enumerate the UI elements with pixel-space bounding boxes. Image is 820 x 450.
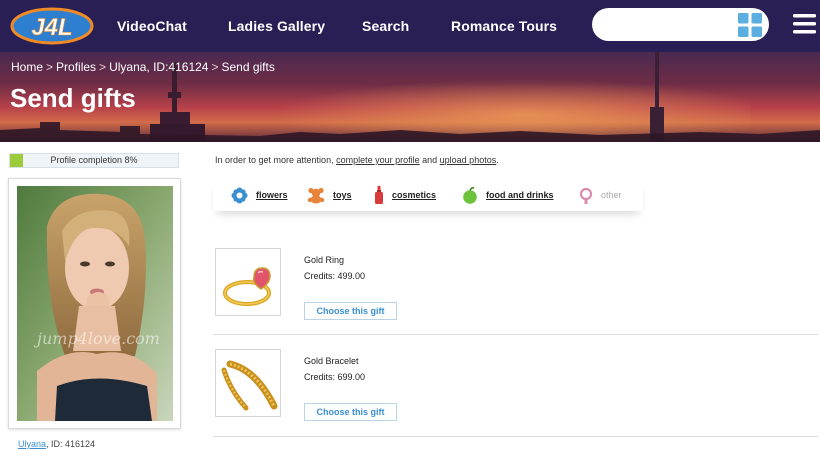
notice-text: In order to get more attention, [215, 155, 337, 165]
grid-view-icon[interactable] [738, 13, 762, 37]
profile-completion-bar[interactable]: Profile completion 8% [9, 153, 179, 168]
gold-bracelet-image[interactable] [215, 349, 281, 417]
category-toys[interactable]: toys [307, 186, 352, 204]
upload-photos-link[interactable]: upload photos [440, 155, 497, 165]
gift-item: Gold Ring Credits: 499.00 Choose this gi… [213, 248, 818, 338]
category-label: other [601, 190, 622, 200]
category-label: flowers [256, 190, 288, 200]
breadcrumb-profiles[interactable]: Profiles [56, 60, 96, 74]
category-label: cosmetics [392, 190, 437, 200]
perfume-icon [375, 186, 383, 204]
divider [213, 436, 818, 437]
search-box [592, 8, 769, 41]
watermark-text: jump4love.com [37, 329, 160, 348]
category-other[interactable]: other [579, 186, 622, 204]
breadcrumb: Home > Profiles > Ulyana, ID:416124 > Send gif… [11, 60, 275, 74]
teddy-bear-icon [307, 187, 325, 203]
divider [213, 334, 818, 335]
notice-text: . [496, 155, 499, 165]
gift-price: Credits: 499.00 [304, 271, 366, 281]
apple-icon [463, 186, 477, 204]
category-flowers[interactable]: flowers [231, 186, 288, 204]
search-input[interactable] [604, 14, 724, 35]
complete-profile-link[interactable]: complete your profile [336, 155, 420, 165]
page-title: Send gifts [10, 83, 136, 113]
profile-photo-card[interactable]: jump4love.com [8, 178, 181, 429]
gift-price: Credits: 699.00 [304, 372, 366, 382]
breadcrumb-separator: > [211, 60, 219, 74]
breadcrumb-profile[interactable]: Ulyana, ID:416124 [109, 60, 208, 74]
profile-notice: In order to get more attention, complete… [215, 155, 499, 165]
choose-gift-button[interactable]: Choose this gift [304, 403, 397, 421]
breadcrumb-separator: > [99, 60, 107, 74]
profile-caption: Ulyana, ID: 416124 [18, 439, 95, 449]
category-label: food and drinks [486, 190, 554, 200]
gift-name: Gold Ring [304, 255, 345, 265]
gift-category-bar: flowers toys cosmetics food and drinks o… [213, 178, 643, 211]
gift-item: Gold Bracelet Credits: 699.00 Choose thi… [213, 349, 818, 439]
ring-icon [579, 187, 593, 204]
gift-name: Gold Bracelet [304, 356, 359, 366]
category-cosmetics[interactable]: cosmetics [374, 186, 436, 204]
gold-ring-image[interactable] [215, 248, 281, 316]
profile-id: , ID: 416124 [46, 439, 96, 449]
notice-text: and [419, 155, 440, 165]
nav-search[interactable]: Search [362, 18, 409, 34]
breadcrumb-home[interactable]: Home [11, 60, 43, 74]
hero-banner: Home > Profiles > Ulyana, ID:416124 > Send gif… [0, 52, 820, 142]
site-logo[interactable]: J4L [10, 7, 94, 45]
logo-text: J4L [31, 14, 72, 41]
profile-completion-label: Profile completion 8% [50, 155, 138, 165]
top-navigation: J4L VideoChat Ladies Gallery Search Roma… [0, 0, 820, 52]
category-label: toys [333, 190, 352, 200]
nav-romance-tours[interactable]: Romance Tours [451, 18, 557, 34]
profile-photo[interactable]: jump4love.com [17, 186, 173, 421]
breadcrumb-separator: > [46, 60, 54, 74]
choose-gift-button[interactable]: Choose this gift [304, 302, 397, 320]
profile-name-link[interactable]: Ulyana [18, 439, 46, 449]
breadcrumb-current: Send gifts [221, 60, 275, 74]
nav-videochat[interactable]: VideoChat [117, 18, 187, 34]
nav-ladies-gallery[interactable]: Ladies Gallery [228, 18, 325, 34]
hamburger-menu-icon[interactable] [793, 13, 816, 35]
flower-icon [231, 187, 248, 203]
category-food-and-drinks[interactable]: food and drinks [462, 186, 554, 204]
